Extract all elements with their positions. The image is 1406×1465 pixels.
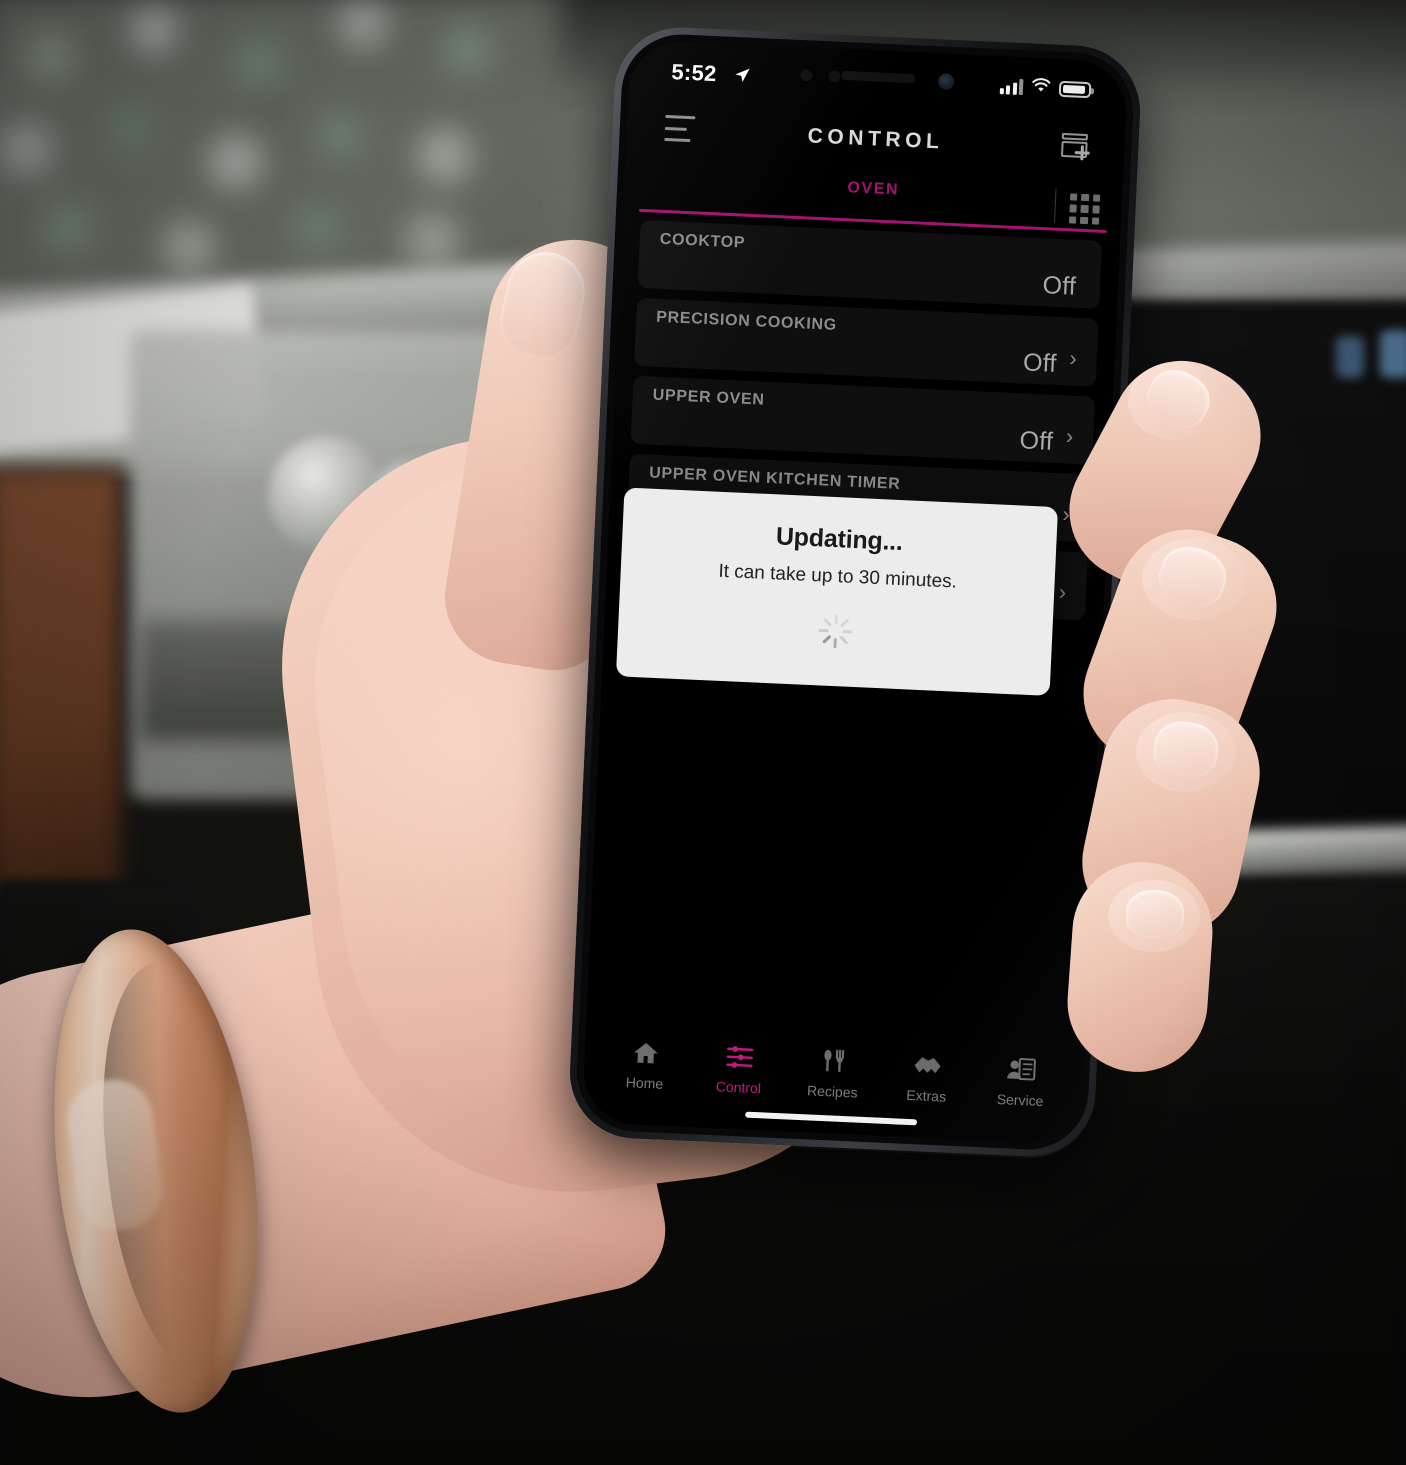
chevron-right-icon: › bbox=[1068, 345, 1078, 371]
nav-item-recipes[interactable]: Recipes bbox=[786, 1044, 880, 1101]
nav-item-control[interactable]: Control bbox=[692, 1040, 786, 1097]
cellular-signal-icon bbox=[999, 78, 1024, 96]
range-led-indicator bbox=[1380, 330, 1406, 378]
screenshot-scene: 5:52 CONTROL OVEN COOKTOP Off PRECISION … bbox=[0, 0, 1406, 1465]
row-label: PRECISION COOKING bbox=[655, 308, 838, 334]
row-value: Off bbox=[1041, 271, 1077, 301]
nav-label: Recipes bbox=[806, 1082, 858, 1101]
status-bar-indicators bbox=[999, 76, 1092, 100]
fingernail bbox=[1125, 889, 1185, 939]
utensils-icon bbox=[820, 1046, 847, 1077]
earpiece-speaker bbox=[841, 70, 916, 84]
sliders-icon bbox=[724, 1042, 755, 1073]
hamburger-menu-icon[interactable] bbox=[664, 114, 699, 143]
dialog-title: Updating... bbox=[775, 522, 904, 557]
row-value: Off bbox=[1018, 426, 1054, 456]
table-row[interactable]: UPPER OVEN Off › bbox=[630, 375, 1096, 465]
ambient-light-sensor-icon bbox=[828, 70, 841, 83]
handshake-icon bbox=[912, 1050, 943, 1081]
nav-item-extras[interactable]: Extras bbox=[880, 1049, 974, 1106]
proximity-sensor-icon bbox=[800, 68, 813, 82]
range-led-indicator bbox=[1336, 336, 1364, 378]
nav-item-home[interactable]: Home bbox=[598, 1036, 692, 1093]
row-label: COOKTOP bbox=[659, 230, 746, 252]
table-row[interactable]: COOKTOP Off bbox=[637, 219, 1103, 309]
nav-label: Control bbox=[715, 1078, 762, 1097]
tab-oven[interactable]: OVEN bbox=[847, 179, 899, 199]
nav-label: Extras bbox=[906, 1086, 947, 1105]
phone-notch bbox=[770, 45, 986, 118]
front-camera-icon bbox=[937, 73, 955, 90]
nav-item-service[interactable]: Service bbox=[974, 1053, 1068, 1110]
grid-view-icon[interactable] bbox=[1068, 193, 1101, 225]
row-label: UPPER OVEN bbox=[652, 386, 765, 409]
status-bar-time: 5:52 bbox=[670, 59, 718, 87]
chevron-right-icon: › bbox=[1065, 423, 1074, 449]
smartphone: 5:52 CONTROL OVEN COOKTOP Off PRECISION … bbox=[567, 24, 1143, 1160]
chevron-right-icon: › bbox=[1058, 579, 1067, 605]
row-value: Off bbox=[1022, 348, 1058, 378]
nav-label: Service bbox=[996, 1090, 1044, 1110]
service-person-icon bbox=[1006, 1054, 1037, 1085]
wifi-icon bbox=[1031, 77, 1052, 98]
table-row[interactable]: PRECISION COOKING Off › bbox=[634, 297, 1099, 387]
dialog-subtitle: It can take up to 30 minutes. bbox=[717, 560, 958, 593]
home-icon bbox=[631, 1037, 660, 1068]
battery-icon bbox=[1058, 80, 1092, 99]
phone-screen: 5:52 CONTROL OVEN COOKTOP Off PRECISION … bbox=[581, 39, 1129, 1145]
home-indicator[interactable] bbox=[745, 1111, 918, 1126]
nav-label: Home bbox=[625, 1074, 664, 1092]
bottom-navigation: Home Control Recipes Extras Service bbox=[583, 1035, 1083, 1111]
page-title: CONTROL bbox=[807, 124, 945, 154]
tab-divider bbox=[1053, 188, 1057, 223]
loading-spinner-icon bbox=[817, 613, 853, 649]
wood-cabinet-panel bbox=[0, 470, 120, 890]
updating-dialog: Updating... It can take up to 30 minutes… bbox=[615, 487, 1059, 696]
add-appliance-icon[interactable] bbox=[1056, 127, 1096, 167]
